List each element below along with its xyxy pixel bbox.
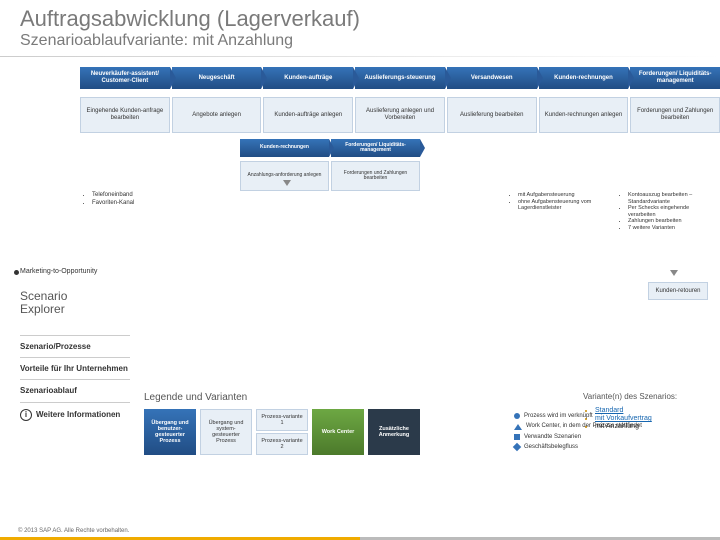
mini-phase-1[interactable]: Kunden-rechnungen [240,139,329,157]
step-5[interactable]: Auslieferung bearbeiten [447,97,537,133]
sidebar-item-processes[interactable]: Szenario/Prozesse [20,335,130,357]
steps-row: Eingehende Kunden-anfrage bearbeiten Ang… [80,97,720,133]
note-right-3: Zahlungen bearbeiten [628,218,715,225]
variant-current: mit Anzahlung [595,423,639,430]
mini-phase-2[interactable]: Forderungen/ Liquiditäts-management [331,139,420,157]
step-4[interactable]: Auslieferung anlegen und Vorbereiten [355,97,445,133]
phase-3[interactable]: Kunden-aufträge [263,67,353,89]
step-7[interactable]: Forderungen und Zahlungen bearbeiten [630,97,720,133]
legend-box-variant2: Prozess-variante 2 [256,433,308,455]
step-1[interactable]: Eingehende Kunden-anfrage bearbeiten [80,97,170,133]
legend-box-workcenter: Work Center [312,409,364,455]
title-divider [0,56,720,57]
legend-box-user-process: Übergang und benutzer-gesteuerter Prozes… [144,409,196,455]
variant-link-vorkauf[interactable]: mit Vorkaufvertrag [595,415,652,422]
triangle-icon [514,424,522,430]
phase-6[interactable]: Kunden-rechnungen [539,67,629,89]
note-mid-2: ohne Aufgabensteuerung vom Lagerdienstle… [518,199,600,212]
note-left-2: Favoriten-Kanal [92,200,134,208]
page-subtitle: Szenarioablaufvariante: mit Anzahlung [0,32,720,52]
mini-phase-row: Kunden-rechnungen Forderungen/ Liquiditä… [240,139,420,157]
step-3[interactable]: Kunden-aufträge anlegen [263,97,353,133]
square-icon [514,434,520,440]
marketing-bullet-icon [14,270,19,275]
note-right-4: 7 weitere Varianten [628,225,715,232]
note-right-1: Kontoauszug bearbeiten – Standardvariant… [628,192,715,205]
sidebar-item-benefits[interactable]: Vorteile für Ihr Unternehmen [20,357,130,379]
notes-right: Kontoauszug bearbeiten – Standardvariant… [620,192,715,232]
footer-copyright: © 2013 SAP AG. Alle Rechte vorbehalten. [18,528,129,534]
phase-row: Neuverkäufer-assistent/ Customer-Client … [80,67,720,89]
legend-box-annotation: Zusätzliche Anmerkung [368,409,420,455]
phase-2[interactable]: Neugeschäft [172,67,262,89]
diamond-icon [513,443,521,451]
legend-box-variant1: Prozess-variante 1 [256,409,308,431]
scenario-explorer-label: Scenario Explorer [20,290,67,316]
sidebar-item-more-info[interactable]: i Weitere Informationen [20,402,130,427]
sidebar: Szenario/Prozesse Vorteile für Ihr Unter… [20,335,130,427]
page-title: Auftragsabwicklung (Lagerverkauf) [0,0,720,32]
retour-box[interactable]: Kunden-retouren [648,282,708,300]
notes-mid: mit Aufgabensteuerung ohne Aufgabensteue… [510,192,600,212]
arrow-down-icon [283,180,291,186]
variants-panel: Variante(n) des Szenarios: Standard mit … [583,392,708,431]
phase-1[interactable]: Neuverkäufer-assistent/ Customer-Client [80,67,170,89]
mini-step-1[interactable]: Anzahlungs-anforderung anlegen [240,161,329,191]
step-6[interactable]: Kunden-rechnungen anlegen [539,97,629,133]
step-2[interactable]: Angebote anlegen [172,97,262,133]
legend-key-3: Verwandte Szenarien [524,433,581,441]
note-left-1: Telefoneinband [92,192,134,200]
notes-left: Telefoneinband Favoriten-Kanal [84,192,134,208]
sidebar-item-flow[interactable]: Szenarioablauf [20,379,130,401]
marketing-label: Marketing-to-Opportunity [20,268,97,275]
legend-key-4: Geschäftsbelegfluss [524,443,578,451]
arrow-down-icon [670,270,678,276]
mini-steps-row: Anzahlungs-anforderung anlegen Forderung… [240,161,420,191]
legend-box-system-process: Übergang und system-gesteuerter Prozess [200,409,252,455]
phase-5[interactable]: Versandwesen [447,67,537,89]
mini-step-2[interactable]: Forderungen und Zahlungen bearbeiten [331,161,420,191]
phase-4[interactable]: Auslieferungs-steuerung [355,67,445,89]
sidebar-item-label: Weitere Informationen [36,410,120,419]
circle-icon [514,413,520,419]
variant-link-standard[interactable]: Standard [595,407,623,414]
variants-title: Variante(n) des Szenarios: [583,392,708,401]
phase-7[interactable]: Forderungen/ Liquiditäts-management [630,67,720,89]
note-right-2: Per Schecks eingehende verarbeiten [628,205,715,218]
info-icon: i [20,409,32,421]
note-mid-1: mit Aufgabensteuerung [518,192,600,199]
